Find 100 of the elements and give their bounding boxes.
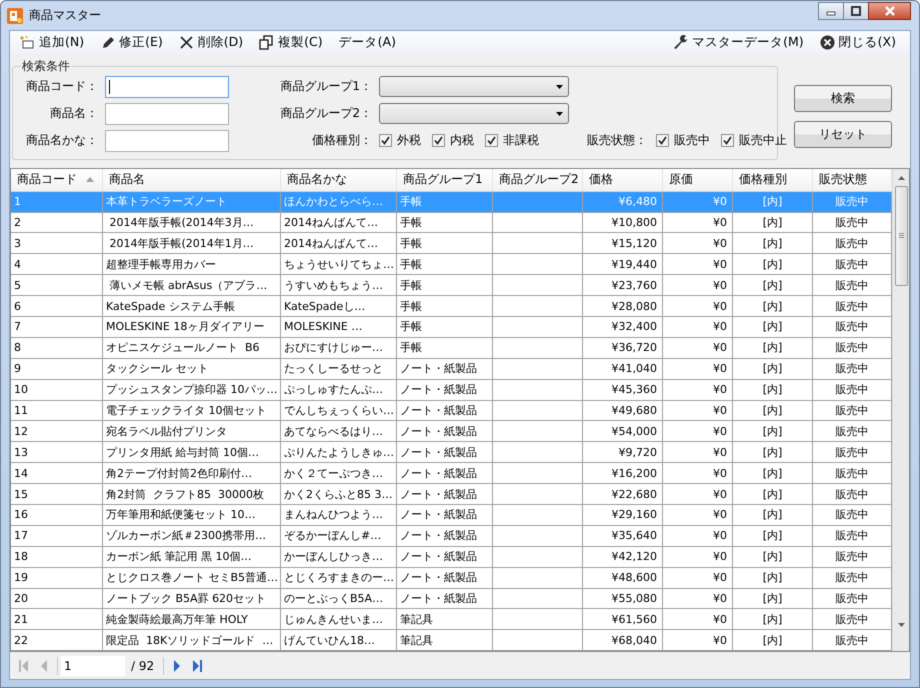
table-cell: ゾルカーボン紙＃2300携帯用… — [103, 526, 281, 546]
checkbox[interactable] — [485, 134, 498, 148]
minimize-button[interactable] — [818, 2, 844, 20]
table-cell: [内] — [733, 275, 813, 296]
field-label: 商品コード： — [25, 78, 99, 96]
table-row[interactable]: 21 純金製蒔絵最高万年筆 HOLY じゅんきんせいま… 筆記具 ¥61,560 ¥0 [内] 販売中 — [11, 609, 892, 630]
table-cell: 角2テープ付封筒2色印刷付… — [103, 463, 281, 484]
table-row[interactable]: 20 ノートブック B5A罫 620セット のーとぶっくB5A… ノート・紙製品 ¥55,080 ¥0 [内] 販売中 — [11, 588, 892, 610]
table-row[interactable]: 12 宛名ラベル貼付プリンタ あてならべるはり… ノート・紙製品 ¥54,000 ¥0 [内] 販売中 — [11, 421, 892, 442]
table-row[interactable]: 7 MOLESKINE 18ヶ月ダイアリー MOLESKINE … 手帳 ¥32,400 ¥0 [内] 販売中 — [11, 316, 892, 338]
column-header[interactable]: 原価 — [663, 168, 733, 191]
table-row[interactable]: 14 角2テープ付封筒2色印刷付… かく２てーぷつき… ノート・紙製品 ¥16,200 ¥0 [内] 販売中 — [11, 463, 892, 484]
table-cell: 19 — [11, 568, 103, 588]
menu-item[interactable]: 閉じる(X) — [814, 32, 902, 54]
dropdown[interactable] — [379, 76, 569, 98]
menu-item[interactable]: 削除(D) — [172, 32, 250, 54]
input-field[interactable] — [105, 76, 229, 98]
table-row[interactable]: 19 とじクロス巻ノート セミB5普通… とじくろすまきのー… ノート・紙製品 ¥48,600 ¥0 [内] 販売中 — [11, 568, 892, 589]
checkbox-label: 販売中 — [674, 132, 710, 150]
menu-item[interactable]: 複製(C) — [253, 32, 329, 54]
column-header[interactable]: 商品グループ1 — [397, 168, 493, 191]
table-row[interactable]: 3 2014年版手帳(2014年1月… 2014ねんばんて… 手帳 ¥15,120 ¥0 [内] 販売中 — [11, 233, 892, 254]
table-row[interactable]: 13 プリンタ用紙 給与封筒 10個… ぷりんたようしきゅ… ノート・紙製品 ¥9,720 ¥0 [内] 販売中 — [11, 442, 892, 464]
menu-item[interactable]: 修正(E) — [94, 32, 169, 54]
table-row[interactable]: 15 角2封筒 クラフト85 30000枚 かく2くらふと85 3… ノート・紙製品 ¥22,680 ¥0 [内] 販売中 — [11, 484, 892, 505]
table-row[interactable]: 8 オピニスケジュールノート B6 おぴにすけじゅー… 手帳 ¥36,720 ¥0 [内] 販売中 — [11, 338, 892, 359]
input-field[interactable] — [105, 130, 229, 152]
checkbox-label: 外税 — [397, 132, 421, 150]
table-cell: とじクロス巻ノート セミB5普通… — [103, 568, 281, 588]
search-button[interactable]: 検索 — [794, 84, 892, 112]
input-field[interactable] — [105, 102, 229, 125]
table-cell: ノートブック B5A罫 620セット — [103, 588, 281, 608]
column-header[interactable]: 商品グループ2 — [493, 168, 583, 191]
table-row[interactable]: 2 2014年版手帳(2014年3月… 2014ねんばんて… 手帳 ¥10,800 ¥0 [内] 販売中 — [11, 212, 892, 234]
dropdown[interactable] — [379, 103, 569, 124]
table-cell: ぞるかーぼんし#… — [281, 526, 397, 546]
table-cell: ¥0 — [663, 484, 733, 504]
table-cell: ¥49,680 — [583, 400, 663, 420]
maximize-button[interactable] — [843, 2, 869, 20]
close-button[interactable] — [868, 2, 911, 20]
table-row[interactable]: 11 電子チェックライタ 10個セット でんしちぇっくらい… ノート・紙製品 ¥49,680 ¥0 [内] 販売中 — [11, 400, 892, 422]
table-cell: ¥48,600 — [583, 568, 663, 588]
table-cell: ¥0 — [663, 588, 733, 608]
page-field[interactable]: 1 — [61, 656, 125, 676]
check-icon — [381, 136, 390, 146]
table-cell: 3 — [11, 233, 103, 254]
table-cell: [内] — [733, 421, 813, 442]
table-row[interactable]: 4 超整理手帳専用カバー ちょうせいりてちょ… 手帳 ¥19,440 ¥0 [内] 販売中 — [11, 254, 892, 276]
column-header[interactable]: 商品コード — [11, 168, 103, 191]
table-cell: ¥0 — [663, 296, 733, 316]
table-cell: ¥0 — [663, 609, 733, 630]
table-cell: [内] — [733, 568, 813, 588]
table-cell: カーボン紙 筆記用 黒 10個… — [103, 546, 281, 567]
table-row[interactable]: 6 KateSpade システム手帳 KateSpadeし… 手帳 ¥28,080 ¥0 [内] 販売中 — [11, 296, 892, 317]
table-cell: 2014年版手帳(2014年3月… — [103, 212, 281, 232]
checkbox[interactable] — [379, 134, 392, 148]
table-row[interactable]: 10 プッシュスタンプ捺印器 10パッ… ぷっしゅすたんぷ… ノート・紙製品 ¥45,360 ¥0 [内] 販売中 — [11, 380, 892, 401]
table-cell: ¥19,440 — [583, 254, 663, 274]
table-cell: 17 — [11, 526, 103, 546]
table-cell: たっくしーるせっと — [281, 358, 397, 379]
table-cell: ノート・紙製品 — [397, 380, 493, 400]
table-cell: 22 — [11, 630, 103, 650]
checkbox[interactable] — [432, 134, 445, 148]
table-row[interactable]: 17 ゾルカーボン紙＃2300携帯用… ぞるかーぼんし#… ノート・紙製品 ¥35,640 ¥0 [内] 販売中 — [11, 526, 892, 547]
table-cell: [内] — [733, 358, 813, 379]
menu-item[interactable]: 追加(N) — [14, 32, 90, 54]
column-header[interactable]: 商品名かな — [281, 168, 397, 191]
table-row[interactable]: 16 万年筆用和紙便箋セット 10… まんねんひつよう… ノート・紙製品 ¥29,160 ¥0 [内] 販売中 — [11, 504, 892, 526]
menu-item[interactable]: データ(A) — [332, 32, 402, 54]
column-header[interactable]: 価格 — [583, 168, 663, 191]
table-cell: [内] — [733, 192, 813, 212]
table-cell: ¥32,400 — [583, 316, 663, 337]
table-cell: 万年筆用和紙便箋セット 10… — [103, 504, 281, 525]
reset-button[interactable]: リセット — [794, 120, 892, 148]
copy-icon — [259, 35, 274, 50]
table-cell: ぷっしゅすたんぷ… — [281, 380, 397, 400]
table-cell: ¥0 — [663, 630, 733, 650]
table-cell: プリンタ用紙 給与封筒 10個… — [103, 442, 281, 462]
table-cell: ノート・紙製品 — [397, 546, 493, 567]
table-row[interactable]: 18 カーボン紙 筆記用 黒 10個… かーぼんしひっき… ノート・紙製品 ¥42,120 ¥0 [内] 販売中 — [11, 546, 892, 568]
column-header[interactable]: 価格種別 — [733, 168, 813, 191]
table-cell: タックシール セット — [103, 358, 281, 379]
wrench-icon — [673, 35, 688, 50]
table-cell: ¥29,160 — [583, 504, 663, 525]
menu-item[interactable]: マスターデータ(M) — [667, 32, 810, 54]
table-cell: 8 — [11, 338, 103, 358]
table-cell: 筆記具 — [397, 630, 493, 650]
table-cell: ノート・紙製品 — [397, 400, 493, 420]
table-row[interactable]: 9 タックシール セット たっくしーるせっと ノート・紙製品 ¥41,040 ¥0 [内] 販売中 — [11, 358, 892, 380]
table-row[interactable]: 22 限定品 18Kソリッドゴールド … げんていひん18… 筆記具 ¥68,040 ¥0 [内] 販売中 — [11, 630, 892, 652]
scrollbar[interactable] — [892, 168, 909, 652]
first-page-icon — [19, 660, 29, 672]
table-cell: ¥0 — [663, 338, 733, 358]
table-cell: [内] — [733, 296, 813, 316]
checkbox[interactable] — [656, 134, 669, 148]
checkbox[interactable] — [721, 134, 734, 148]
column-header[interactable]: 商品名 — [103, 168, 281, 191]
table-cell: [内] — [733, 254, 813, 274]
table-row[interactable]: 5 薄いメモ帳 abrAsus（アブラ… うすいめもちょう… 手帳 ¥23,760 ¥0 [内] 販売中 — [11, 275, 892, 296]
checkbox-label: 非課税 — [503, 132, 539, 150]
